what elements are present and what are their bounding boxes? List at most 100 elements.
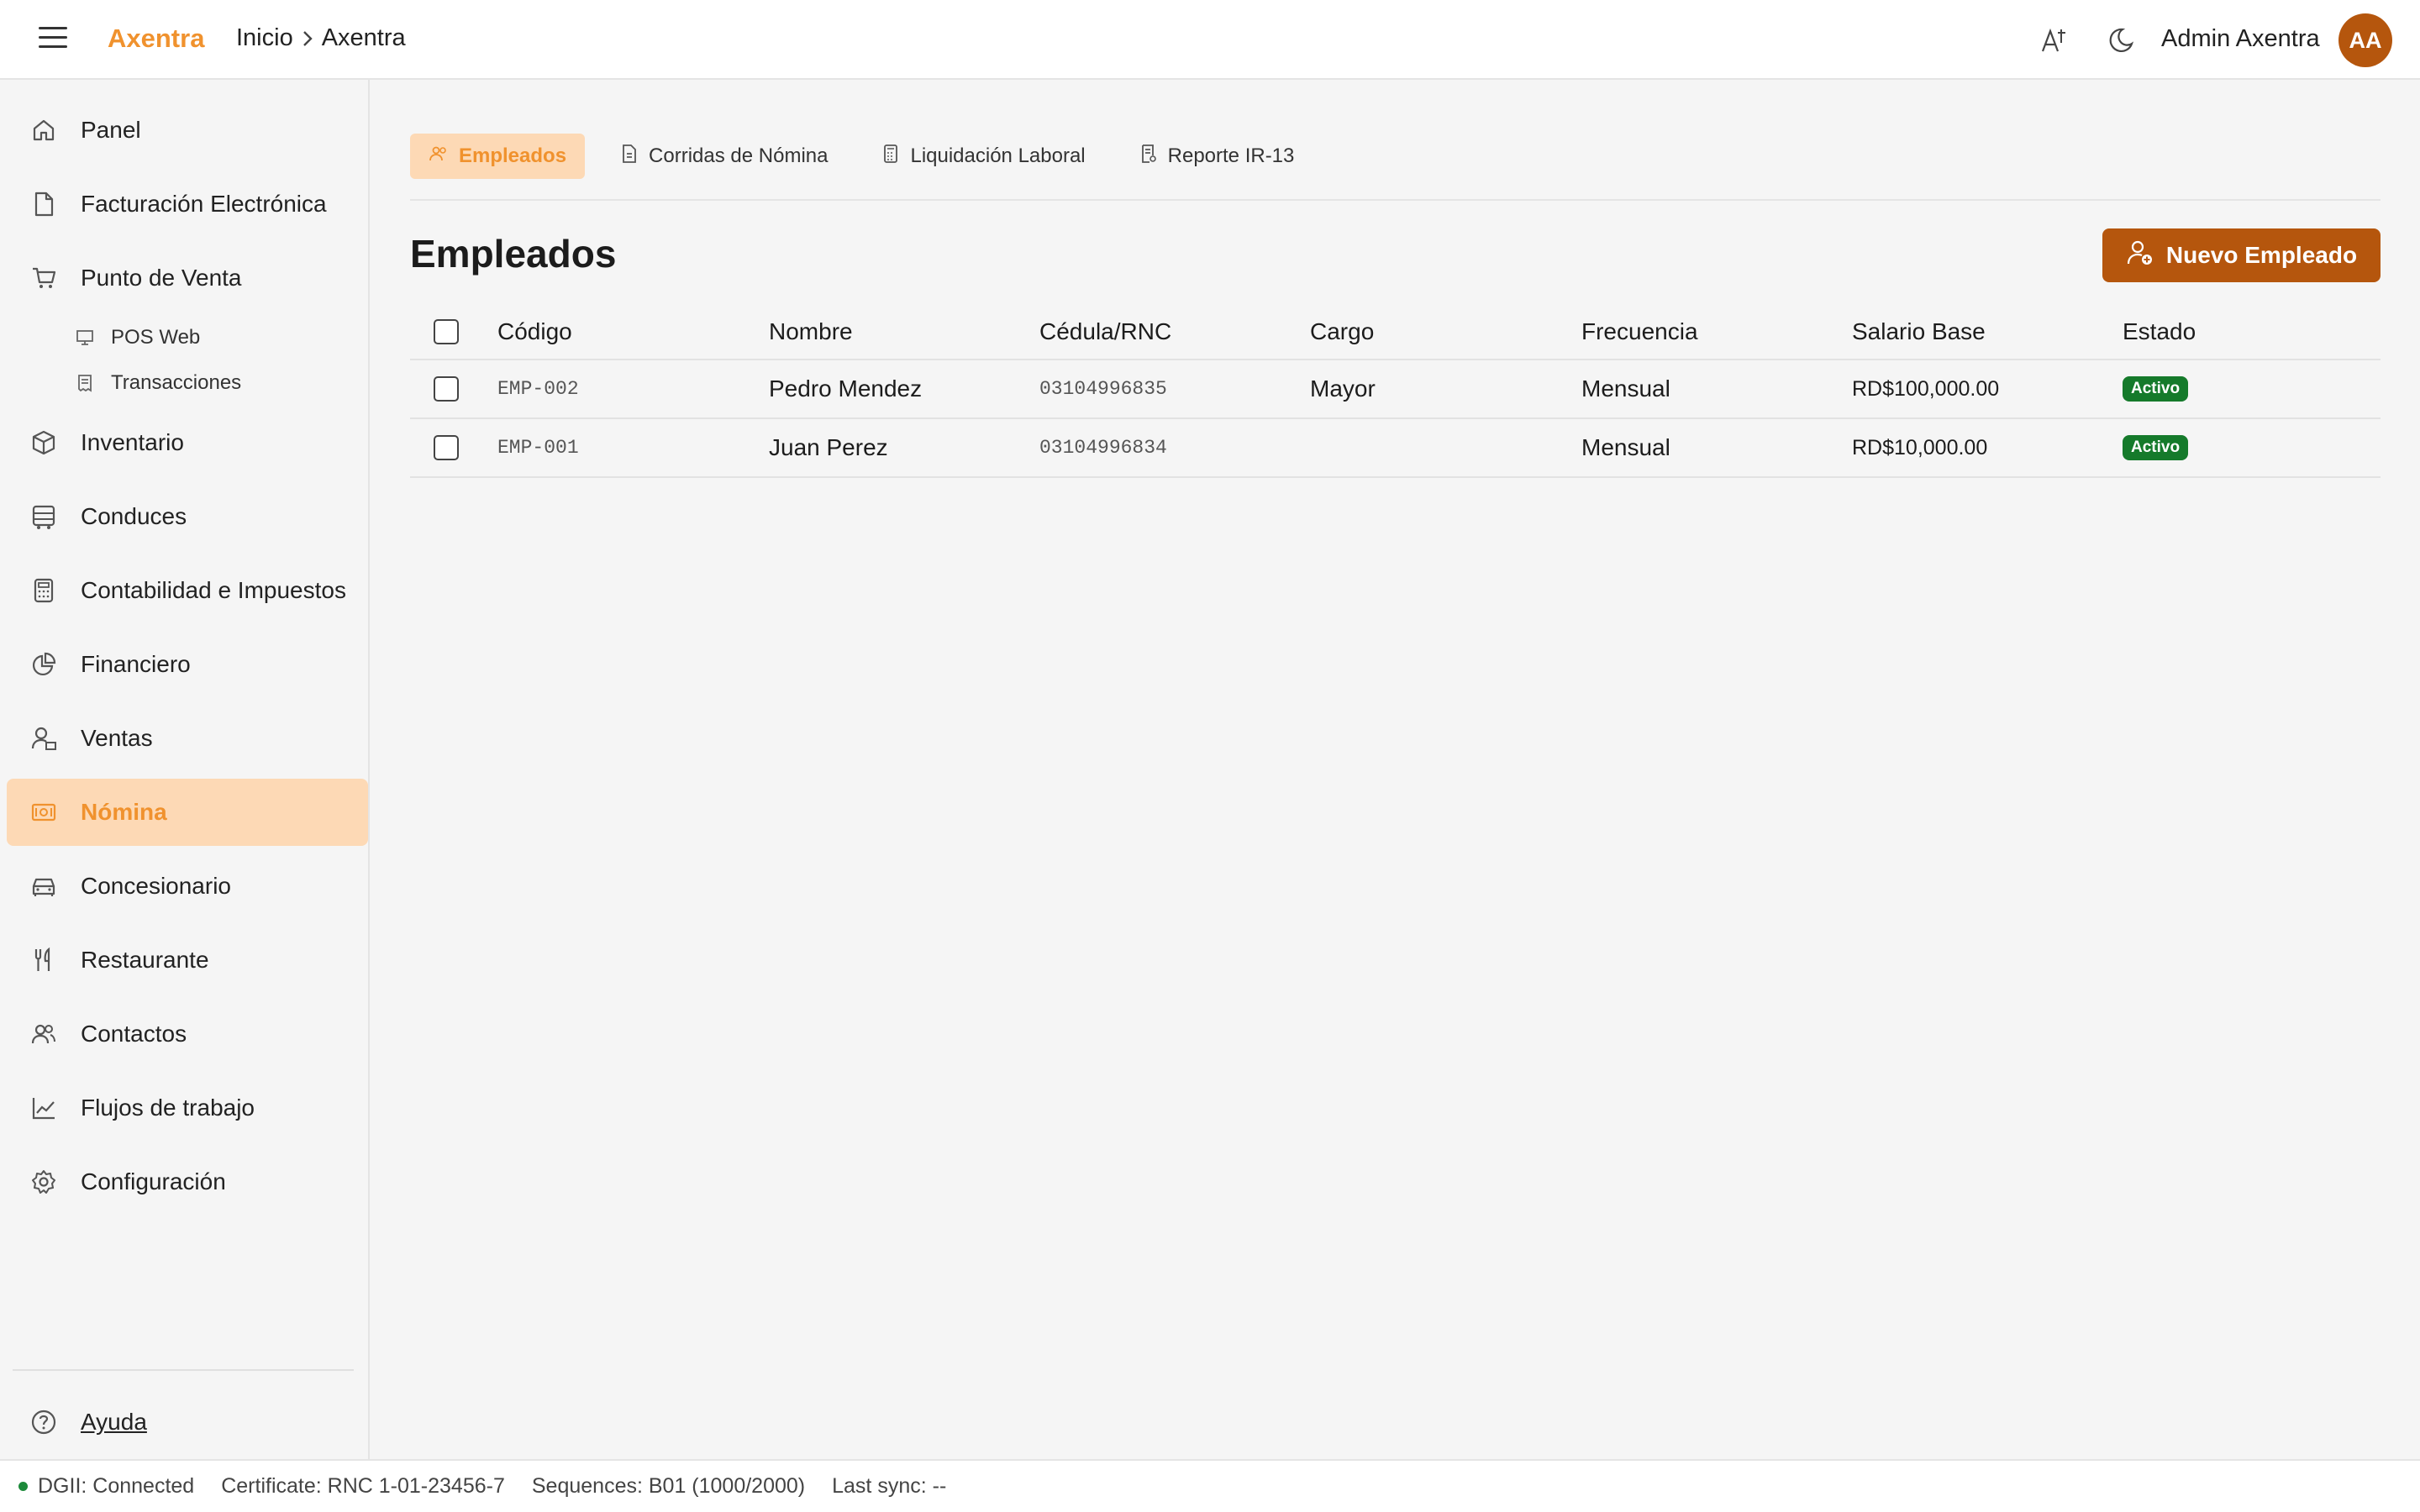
sidebar-item-label: Inventario <box>81 429 184 455</box>
sidebar-item-concesionario[interactable]: Concesionario <box>7 853 368 920</box>
last-sync-status: Last sync: -- <box>832 1474 947 1498</box>
page-title: Empleados <box>410 232 617 276</box>
text-size-icon[interactable] <box>2037 24 2070 57</box>
employee-name: Pedro Mendez <box>769 375 923 402</box>
sidebar-subitem-pos-web[interactable]: POS Web <box>7 317 368 359</box>
truck-icon <box>29 501 59 532</box>
tab-liquidacion-laboral[interactable]: Liquidación Laboral <box>863 134 1103 179</box>
tab-bar: Empleados Corridas de Nómina Liquidación… <box>410 134 1313 179</box>
sidebar-item-configuracion[interactable]: Configuración <box>7 1148 368 1215</box>
sidebar-item-inventario[interactable]: Inventario <box>7 409 368 476</box>
receipt-icon <box>74 372 96 394</box>
status-badge: Activo <box>2123 376 2189 402</box>
tab-empleados[interactable]: Empleados <box>410 134 586 179</box>
employee-salary: RD$100,000.00 <box>1852 376 2000 401</box>
file-text-icon <box>620 144 639 170</box>
row-select-cell <box>434 419 459 476</box>
status-bar: DGII: Connected Certificate: RNC 1-01-23… <box>0 1459 2420 1512</box>
users-icon <box>29 1019 59 1049</box>
column-header-frecuencia[interactable]: Frecuencia <box>1581 305 1698 359</box>
moon-icon[interactable] <box>2104 24 2138 57</box>
user-name[interactable]: Admin Axentra <box>2161 25 2320 53</box>
sidebar-subitem-label: Transacciones <box>111 371 242 394</box>
row-checkbox[interactable] <box>434 435 459 460</box>
sidebar-subitem-label: POS Web <box>111 326 201 349</box>
sidebar-item-ventas[interactable]: Ventas <box>7 705 368 772</box>
sidebar-subitem-transacciones[interactable]: Transacciones <box>7 362 368 404</box>
sidebar-item-nomina[interactable]: Nómina <box>7 779 368 846</box>
avatar[interactable]: AA <box>2338 13 2392 67</box>
sidebar: Panel Facturación Electrónica Punto de V… <box>0 80 370 1459</box>
brand-logo[interactable]: Axentra <box>108 24 204 54</box>
employee-position: Mayor <box>1310 375 1376 402</box>
sidebar-item-panel[interactable]: Panel <box>7 97 368 164</box>
main-content: Empleados Corridas de Nómina Liquidación… <box>370 80 2420 1459</box>
tab-corridas-nomina[interactable]: Corridas de Nómina <box>602 134 846 179</box>
tab-label: Liquidación Laboral <box>910 144 1086 167</box>
sidebar-item-restaurante[interactable]: Restaurante <box>7 927 368 994</box>
new-employee-button[interactable]: Nuevo Empleado <box>2102 228 2381 282</box>
column-header-salario[interactable]: Salario Base <box>1852 305 1986 359</box>
sequences-status: Sequences: B01 (1000/2000) <box>531 1474 806 1498</box>
table-row[interactable]: EMP-001 Juan Perez 03104996834 Mensual R… <box>410 419 2381 478</box>
sidebar-item-punto-de-venta[interactable]: Punto de Venta <box>7 244 368 312</box>
sidebar-item-ayuda[interactable]: Ayuda <box>7 1389 368 1456</box>
tab-label: Empleados <box>459 144 567 167</box>
employee-id: 03104996835 <box>1039 378 1167 400</box>
calculator-icon <box>881 144 900 170</box>
file-icon <box>29 189 59 219</box>
employees-table: Código Nombre Cédula/RNC Cargo Frecuenci… <box>410 305 2381 478</box>
users-icon <box>429 144 449 170</box>
sidebar-item-conduces[interactable]: Conduces <box>7 483 368 550</box>
chart-pie-icon <box>29 649 59 680</box>
sidebar-item-facturacion[interactable]: Facturación Electrónica <box>7 171 368 238</box>
sidebar-item-label: Facturación Electrónica <box>81 191 327 217</box>
sidebar-item-label: Concesionario <box>81 873 231 899</box>
sidebar-divider <box>13 1369 354 1371</box>
sidebar-item-contactos[interactable]: Contactos <box>7 1000 368 1068</box>
sidebar-item-label: Financiero <box>81 651 191 677</box>
employee-name: Juan Perez <box>769 434 888 460</box>
tab-reporte-ir13[interactable]: Reporte IR-13 <box>1121 134 1313 179</box>
sidebar-item-label: Nómina <box>81 799 167 825</box>
utensils-icon <box>29 945 59 975</box>
column-header-cedula[interactable]: Cédula/RNC <box>1039 305 1171 359</box>
help-icon <box>29 1407 59 1437</box>
column-header-cargo[interactable]: Cargo <box>1310 305 1374 359</box>
box-icon <box>29 428 59 458</box>
row-select-cell <box>434 360 459 417</box>
row-checkbox[interactable] <box>434 376 459 402</box>
sidebar-item-flujos[interactable]: Flujos de trabajo <box>7 1074 368 1142</box>
employee-frequency: Mensual <box>1581 434 1670 460</box>
sidebar-item-label: Conduces <box>81 503 187 529</box>
sidebar-item-label: Contabilidad e Impuestos <box>81 577 346 603</box>
breadcrumb-home[interactable]: Inicio <box>236 24 293 52</box>
sidebar-item-label: Ventas <box>81 725 153 751</box>
employee-code: EMP-002 <box>497 378 579 400</box>
select-all-checkbox[interactable] <box>434 319 459 344</box>
sidebar-item-financiero[interactable]: Financiero <box>7 631 368 698</box>
tab-label: Reporte IR-13 <box>1167 144 1295 167</box>
sidebar-item-label: Panel <box>81 117 141 143</box>
table-row[interactable]: EMP-002 Pedro Mendez 03104996835 Mayor M… <box>410 360 2381 419</box>
status-cell: Activo <box>2123 360 2189 417</box>
column-header-codigo[interactable]: Código <box>497 305 572 359</box>
column-header-nombre[interactable]: Nombre <box>769 305 853 359</box>
employee-salary: RD$10,000.00 <box>1852 435 1988 459</box>
payroll-icon <box>29 797 59 827</box>
breadcrumb-current: Axentra <box>321 24 406 51</box>
menu-icon[interactable] <box>39 27 67 52</box>
certificate-status: Certificate: RNC 1-01-23456-7 <box>221 1474 505 1498</box>
employee-id: 03104996834 <box>1039 437 1167 459</box>
calculator-icon <box>29 575 59 606</box>
sidebar-item-contabilidad[interactable]: Contabilidad e Impuestos <box>7 557 368 624</box>
user-sales-icon <box>29 723 59 753</box>
select-all-cell <box>434 305 459 359</box>
tabs-divider <box>410 199 2381 201</box>
gear-icon <box>29 1167 59 1197</box>
column-header-estado[interactable]: Estado <box>2123 305 2196 359</box>
car-icon <box>29 871 59 901</box>
employee-code: EMP-001 <box>497 437 579 459</box>
monitor-icon <box>74 327 96 349</box>
sidebar-item-label: Configuración <box>81 1168 226 1194</box>
